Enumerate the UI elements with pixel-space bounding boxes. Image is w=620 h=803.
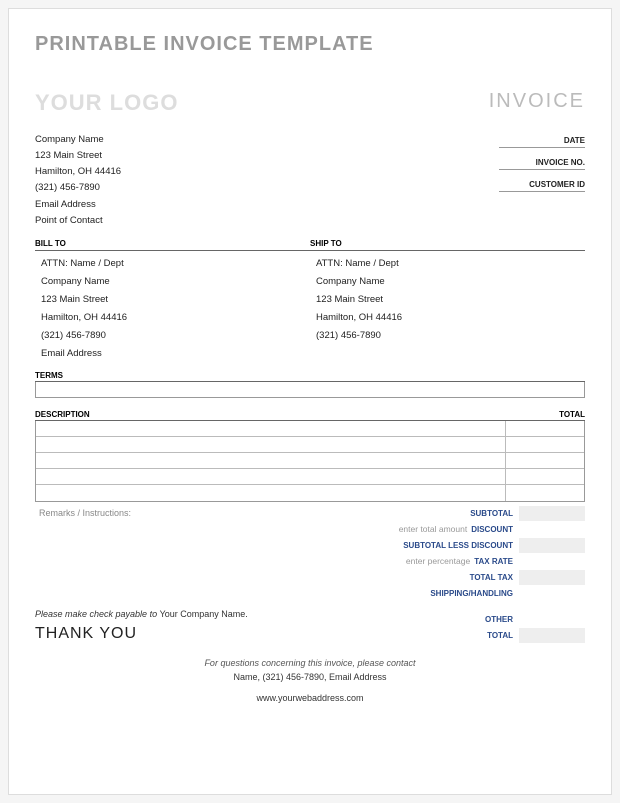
bill-phone: (321) 456-7890: [41, 327, 310, 345]
subtotal-label: SUBTOTAL: [470, 509, 517, 518]
company-block: Company Name 123 Main Street Hamilton, O…: [35, 132, 121, 229]
bill-to-column: BILL TO ATTN: Name / Dept Company Name 1…: [35, 239, 310, 363]
logo-placeholder: YOUR LOGO: [35, 90, 178, 116]
taxrate-row: enter percentage TAX RATE: [315, 553, 585, 569]
total-label: TOTAL: [487, 631, 517, 640]
totaltax-box: [519, 570, 585, 585]
company-city: Hamilton, OH 44416: [35, 164, 121, 180]
terms-heading: TERMS: [35, 371, 585, 382]
company-name: Company Name: [35, 132, 121, 148]
subtotal-row: SUBTOTAL: [315, 505, 585, 521]
table-row: [36, 437, 584, 453]
total-box: [519, 628, 585, 643]
remarks-label: Remarks / Instructions:: [35, 505, 315, 601]
ship-street: 123 Main Street: [316, 291, 585, 309]
bill-to-heading: BILL TO: [35, 239, 310, 251]
total-heading: TOTAL: [505, 410, 585, 419]
footer-contact: Name, (321) 456-7890, Email Address: [35, 671, 585, 685]
table-row: [36, 469, 584, 485]
other-row: OTHER: [315, 611, 585, 627]
ship-phone: (321) 456-7890: [316, 327, 585, 345]
terms-box: [35, 382, 585, 398]
invoice-label: INVOICE: [489, 90, 585, 113]
thank-you: THANK YOU: [35, 625, 315, 643]
subtotal-less-row: SUBTOTAL LESS DISCOUNT: [315, 537, 585, 553]
payable-prefix: Please make check payable to: [35, 609, 160, 619]
shipping-row: SHIPPING/HANDLING: [315, 585, 585, 601]
ship-attn: ATTN: Name / Dept: [316, 255, 585, 273]
bill-to-block: ATTN: Name / Dept Company Name 123 Main …: [35, 255, 310, 363]
ship-city: Hamilton, OH 44416: [316, 309, 585, 327]
shipping-label: SHIPPING/HANDLING: [430, 589, 517, 598]
bill-attn: ATTN: Name / Dept: [41, 255, 310, 273]
ship-company: Company Name: [316, 273, 585, 291]
bill-city: Hamilton, OH 44416: [41, 309, 310, 327]
totaltax-label: TOTAL TAX: [470, 573, 517, 582]
meta-row: Company Name 123 Main Street Hamilton, O…: [35, 132, 585, 229]
discount-label: DISCOUNT: [471, 525, 517, 534]
table-row: [36, 421, 584, 437]
subtotal-box: [519, 506, 585, 521]
invoice-no-label: INVOICE NO.: [499, 154, 585, 170]
date-label: DATE: [499, 132, 585, 148]
ship-to-column: SHIP TO ATTN: Name / Dept Company Name 1…: [310, 239, 585, 363]
bill-street: 123 Main Street: [41, 291, 310, 309]
total-row: TOTAL: [315, 627, 585, 643]
other-label: OTHER: [485, 615, 517, 624]
totals-column: SUBTOTAL enter total amount DISCOUNT SUB…: [315, 505, 585, 601]
page-title: PRINTABLE INVOICE TEMPLATE: [35, 33, 585, 56]
discount-row: enter total amount DISCOUNT: [315, 521, 585, 537]
header-row: YOUR LOGO INVOICE: [35, 90, 585, 116]
items-table: [35, 421, 585, 502]
bill-ship-row: BILL TO ATTN: Name / Dept Company Name 1…: [35, 239, 585, 363]
shipping-box: [519, 586, 585, 601]
ship-to-block: ATTN: Name / Dept Company Name 123 Main …: [310, 255, 585, 345]
taxrate-hint: enter percentage: [406, 556, 470, 566]
table-row: [36, 485, 584, 501]
company-street: 123 Main Street: [35, 148, 121, 164]
description-heading: DESCRIPTION: [35, 410, 505, 419]
items-header: DESCRIPTION TOTAL: [35, 410, 585, 421]
company-email: Email Address: [35, 197, 121, 213]
payable-line: Please make check payable to Your Compan…: [35, 609, 315, 619]
other-box: [519, 612, 585, 627]
taxrate-label: TAX RATE: [474, 557, 517, 566]
company-contact: Point of Contact: [35, 213, 121, 229]
right-labels: DATE INVOICE NO. CUSTOMER ID: [499, 132, 585, 229]
subtotal-less-box: [519, 538, 585, 553]
bill-email: Email Address: [41, 345, 310, 363]
totals-area: Remarks / Instructions: SUBTOTAL enter t…: [35, 505, 585, 601]
bill-company: Company Name: [41, 273, 310, 291]
customer-id-label: CUSTOMER ID: [499, 176, 585, 192]
footer-web: www.yourwebaddress.com: [35, 692, 585, 706]
invoice-page: PRINTABLE INVOICE TEMPLATE YOUR LOGO INV…: [8, 8, 612, 795]
payable-name: Your Company Name.: [160, 609, 248, 619]
subtotal-less-label: SUBTOTAL LESS DISCOUNT: [403, 541, 517, 550]
discount-hint: enter total amount: [399, 524, 468, 534]
ship-to-heading: SHIP TO: [310, 239, 585, 251]
discount-box: [519, 522, 585, 537]
totaltax-row: TOTAL TAX: [315, 569, 585, 585]
taxrate-box: [519, 554, 585, 569]
footer-question: For questions concerning this invoice, p…: [35, 657, 585, 671]
company-phone: (321) 456-7890: [35, 180, 121, 196]
table-row: [36, 453, 584, 469]
footer: For questions concerning this invoice, p…: [35, 657, 585, 706]
